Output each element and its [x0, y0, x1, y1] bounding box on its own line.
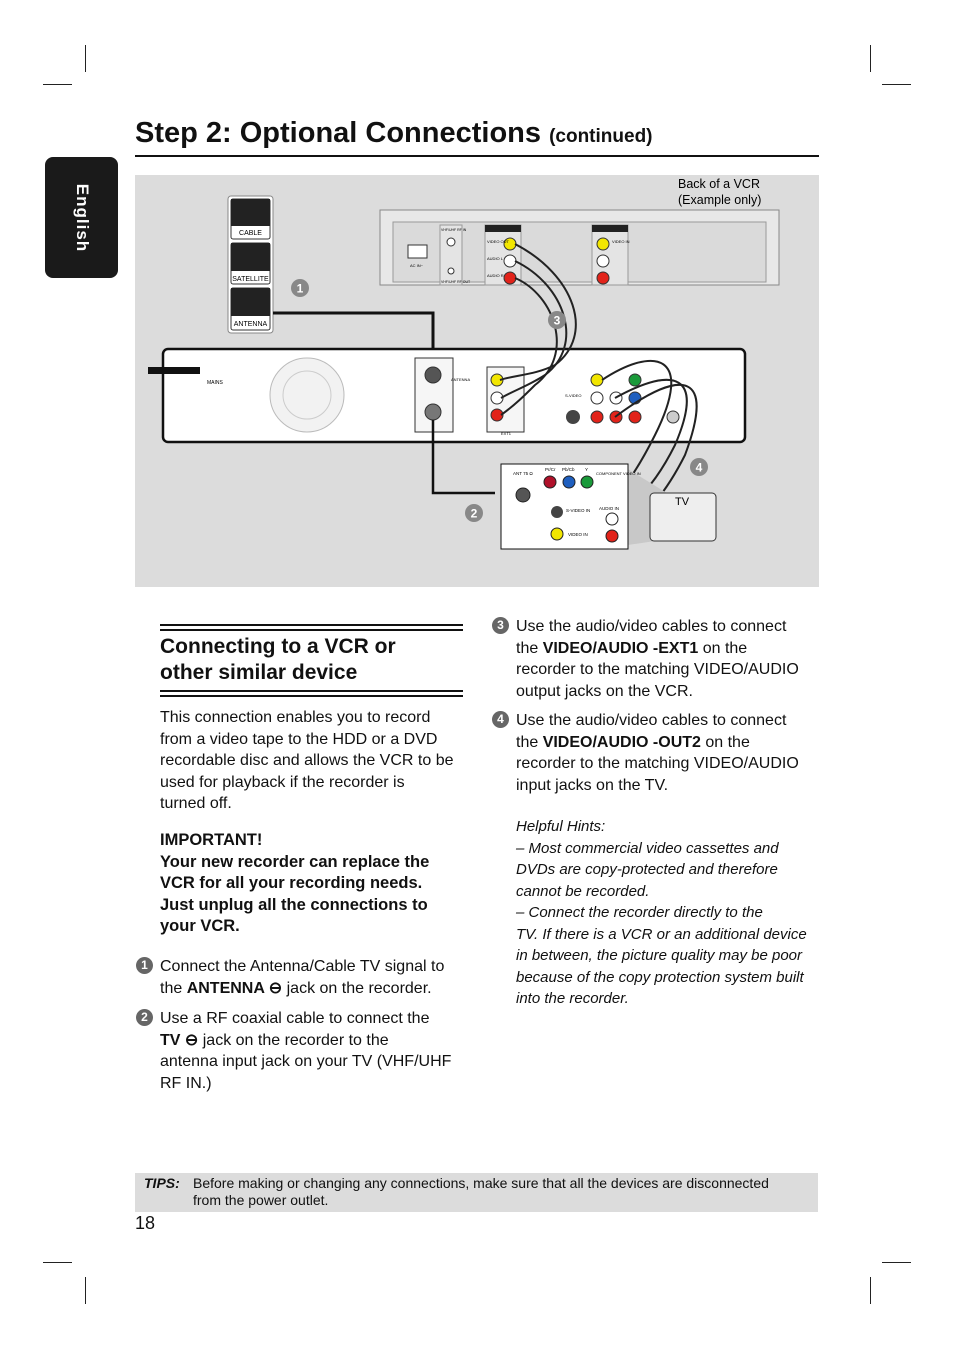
text-line: from a video tape to the HDD or a DVD [160, 730, 438, 748]
text-line: the ANTENNA ⊖ jack on the recorder. [160, 979, 432, 997]
step-bullet: 1 [136, 957, 153, 974]
crop-mark [870, 1277, 871, 1304]
signal-sources: CABLE SATELLITE ANTENNA [227, 195, 274, 334]
crop-mark [85, 45, 86, 72]
text-line: turned off. [160, 795, 232, 812]
helpful-hints: Helpful Hints: – Most commercial video c… [516, 816, 807, 1010]
svg-text:Pb/Cb: Pb/Cb [562, 467, 575, 472]
svg-text:Pr/Cr: Pr/Cr [545, 467, 556, 472]
svg-text:AC IN~: AC IN~ [410, 263, 424, 268]
manual-page: English Step 2: Optional Connections (co… [0, 0, 954, 1347]
svg-text:VHF/UHF RF OUT: VHF/UHF RF OUT [441, 280, 471, 284]
cable-label: CABLE [239, 230, 262, 237]
crop-mark [882, 84, 911, 85]
step-2-marker: 2 [471, 507, 478, 521]
text-line: – Most commercial video cassettes and [516, 839, 779, 857]
svg-text:COMPONENT VIDEO IN: COMPONENT VIDEO IN [596, 471, 641, 476]
heading-rule-top [160, 624, 463, 631]
text-line: output jacks on the VCR. [516, 682, 693, 700]
text-line: Connect the Antenna/Cable TV signal to [160, 958, 445, 975]
language-tab: English [45, 157, 118, 278]
vcr-caption: (Example only) [678, 193, 761, 207]
svg-text:VIDEO IN: VIDEO IN [612, 239, 630, 244]
step-1-text: Connect the Antenna/Cable TV signal to th… [160, 956, 444, 999]
text-line: This connection enables you to record [160, 709, 431, 726]
text-line: – Connect the recorder directly to the [516, 904, 763, 921]
title-rule [135, 155, 819, 157]
svg-text:TV: TV [675, 496, 690, 508]
heading-rule-bottom [160, 690, 463, 697]
svg-text:MAINS: MAINS [207, 380, 224, 386]
svg-text:Y: Y [585, 467, 588, 472]
crop-mark [882, 1262, 911, 1263]
step-2-text: Use a RF coaxial cable to connect the TV … [160, 1008, 451, 1094]
text-line: input jacks on the TV. [516, 776, 669, 794]
step-bullet: 4 [492, 711, 509, 728]
text-line: in between, the picture quality may be p… [516, 947, 803, 964]
page-number: 18 [135, 1213, 156, 1233]
svg-text:S-VIDEO IN: S-VIDEO IN [566, 508, 590, 513]
text-line: RF IN.) [160, 1074, 212, 1092]
text-line: DVDs are copy-protected and therefore [516, 861, 778, 878]
tv-back-panel: TV ANT 75 Ω Pr/Cr Pb/Cb Y COMPONENT VIDE… [500, 463, 717, 550]
step-3-marker: 3 [554, 314, 561, 328]
section-heading: Connecting to a VCR or other similar dev… [160, 635, 396, 684]
page-title: Step 2: Optional Connections (continued) [135, 117, 653, 149]
svg-text:ANT 75 Ω: ANT 75 Ω [513, 471, 533, 476]
crop-mark [85, 1277, 86, 1304]
text-line: Use the audio/video cables to connect [516, 618, 787, 635]
text-line: cannot be recorded. [516, 882, 650, 900]
text-line: Your new recorder can replace the [160, 852, 430, 871]
vcr-back-panel: AC IN~ VHF/UHF RF IN VHF/UHF RF OUT VIDE… [379, 209, 780, 286]
crop-mark [43, 84, 72, 85]
step-4-text: Use the audio/video cables to connect the… [516, 710, 799, 796]
svg-text:ANTENNA: ANTENNA [451, 377, 470, 382]
text-line: used for playback if the recorder is [160, 773, 405, 791]
svg-text:S-VIDEO: S-VIDEO [565, 393, 581, 398]
vcr-caption: Back of a VCR [678, 177, 760, 191]
text-line: TV. If there is a VCR or an additional d… [516, 925, 807, 943]
step-3-text: Use the audio/video cables to connect the… [516, 616, 799, 702]
step-bullet: 2 [136, 1009, 153, 1026]
connection-diagram: Back of a VCR (Example only) AC IN~ VHF/… [135, 175, 819, 587]
important-note: IMPORTANT! Your new recorder can replace… [160, 830, 429, 938]
tips-box: TIPS: Before making or changing any conn… [135, 1173, 818, 1212]
intro-paragraph: This connection enables you to record fro… [160, 707, 454, 815]
text-line: into the recorder. [516, 990, 629, 1007]
satellite-label: SATELLITE [232, 276, 269, 283]
text-line: antenna input jack on your TV (VHF/UHF [160, 1053, 452, 1070]
step-4-marker: 4 [696, 461, 703, 475]
text-line: Just unplug all the connections to [160, 895, 428, 914]
text-line: the VIDEO/AUDIO -EXT1 on the [516, 639, 748, 657]
svg-text:VIDEO OUT: VIDEO OUT [487, 239, 510, 244]
crop-mark [43, 1262, 72, 1263]
step-bullet: 3 [492, 617, 509, 634]
text-line: recorder to the matching VIDEO/AUDIO [516, 661, 799, 678]
text-line: because of the copy protection system bu… [516, 968, 804, 986]
text-line: recordable disc and allows the VCR to be [160, 752, 454, 769]
crop-mark [870, 45, 871, 72]
svg-text:AUDIO R: AUDIO R [487, 273, 504, 278]
text-line: Use the audio/video cables to connect [516, 712, 787, 729]
svg-text:AUDIO L: AUDIO L [487, 256, 504, 261]
text-line: recorder to the matching VIDEO/AUDIO [516, 755, 799, 772]
svg-text:VIDEO IN: VIDEO IN [568, 532, 588, 537]
step-1-marker: 1 [297, 282, 304, 296]
text-line: the VIDEO/AUDIO -OUT2 on the [516, 733, 750, 751]
svg-text:VHF/UHF RF IN: VHF/UHF RF IN [441, 228, 467, 232]
text-line: TV ⊖ jack on the recorder to the [160, 1031, 389, 1049]
text-line: VCR for all your recording needs. [160, 874, 423, 892]
recorder-back-panel: MAINS ANTENNA EXT1 S-VIDEO [148, 347, 747, 444]
svg-text:AUDIO IN: AUDIO IN [599, 506, 619, 511]
text-line: your VCR. [160, 917, 240, 935]
text-line: Use a RF coaxial cable to connect the [160, 1010, 430, 1027]
antenna-label: ANTENNA [234, 321, 268, 328]
svg-text:EXT1: EXT1 [501, 431, 512, 436]
